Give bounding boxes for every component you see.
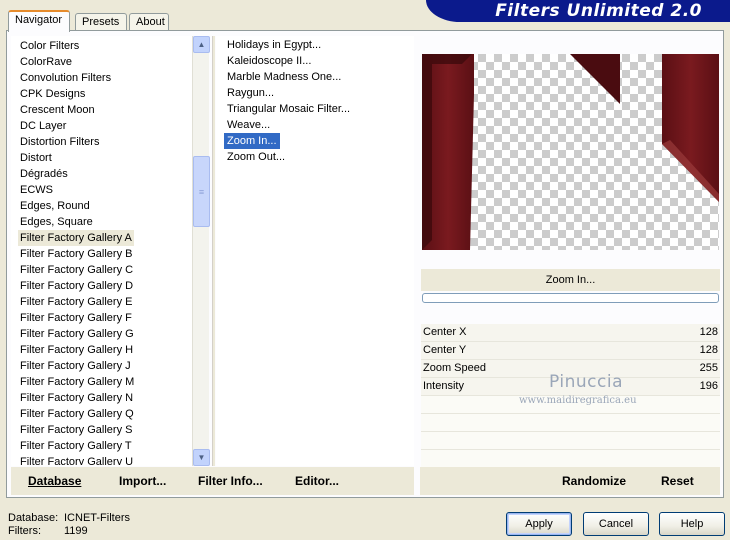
param-label: Intensity xyxy=(423,380,464,392)
category-scrollbar[interactable]: ▲ ≡ ▼ xyxy=(192,36,210,466)
help-button[interactable]: Help xyxy=(659,512,725,536)
app-title: Filters Unlimited 2.0 xyxy=(495,1,702,21)
filter-item[interactable]: Raygun... xyxy=(224,85,277,101)
filter-list[interactable]: Holidays in Egypt... Kaleidoscope II... Ma… xyxy=(216,36,414,466)
param-value: 128 xyxy=(699,344,718,356)
param-row-empty xyxy=(421,432,720,450)
category-item[interactable]: Distortion Filters xyxy=(18,134,101,150)
category-item[interactable]: Filter Factory Gallery F xyxy=(18,310,134,326)
database-status-label: Database: xyxy=(8,512,59,524)
top-triangle-shape xyxy=(570,54,620,104)
right-frame-shape xyxy=(662,54,719,202)
category-item[interactable]: Distort xyxy=(18,150,54,166)
category-item[interactable]: Filter Factory Gallery H xyxy=(18,342,135,358)
chevron-up-icon: ▲ xyxy=(197,40,206,49)
category-item[interactable]: Edges, Round xyxy=(18,198,92,214)
tab-navigator[interactable]: Navigator xyxy=(8,10,70,32)
randomize-button[interactable]: Randomize xyxy=(562,474,626,488)
editor-button[interactable]: Editor... xyxy=(295,474,339,488)
tab-presets[interactable]: Presets xyxy=(75,13,127,31)
database-status-value: ICNET-Filters xyxy=(64,512,130,524)
category-item[interactable]: Crescent Moon xyxy=(18,102,97,118)
scroll-down-button[interactable]: ▼ xyxy=(193,449,210,466)
cancel-button[interactable]: Cancel xyxy=(583,512,649,536)
category-item[interactable]: Filter Factory Gallery T xyxy=(18,438,134,454)
category-item[interactable]: Filter Factory Gallery G xyxy=(18,326,136,342)
filters-count-value: 1199 xyxy=(64,525,88,537)
param-row-center-y[interactable]: Center Y 128 xyxy=(421,342,720,360)
filter-item[interactable]: Zoom In... xyxy=(223,132,281,150)
category-item[interactable]: Filter Factory Gallery J xyxy=(18,358,133,374)
category-item[interactable]: Filter Factory Gallery N xyxy=(18,390,135,406)
category-item[interactable]: Filter Factory Gallery C xyxy=(18,262,135,278)
category-item[interactable]: DC Layer xyxy=(18,118,68,134)
category-item[interactable]: Edges, Square xyxy=(18,214,95,230)
param-row-center-x[interactable]: Center X 128 xyxy=(421,324,720,342)
reset-button[interactable]: Reset xyxy=(661,474,694,488)
param-value: 128 xyxy=(699,326,718,338)
database-button[interactable]: Database xyxy=(28,474,81,488)
watermark-url: www.maidiregrafica.eu xyxy=(519,395,637,406)
progress-bar xyxy=(422,293,719,303)
filters-count-label: Filters: xyxy=(8,525,41,537)
scroll-up-button[interactable]: ▲ xyxy=(193,36,210,53)
category-item[interactable]: Dégradés xyxy=(18,166,70,182)
param-label: Center X xyxy=(423,326,467,338)
category-item[interactable]: ColorRave xyxy=(18,54,74,70)
filter-item[interactable]: Zoom Out... xyxy=(224,149,288,165)
param-label: Zoom Speed xyxy=(423,362,486,374)
param-row-empty xyxy=(421,414,720,432)
category-item[interactable]: Filter Factory Gallery D xyxy=(18,278,135,294)
database-label: Database xyxy=(28,474,82,488)
filter-item[interactable]: Marble Madness One... xyxy=(224,69,344,85)
list-actions-bar: Database Import... Filter Info... Editor… xyxy=(11,467,414,495)
filter-item[interactable]: Kaleidoscope II... xyxy=(224,53,314,69)
category-item[interactable]: Convolution Filters xyxy=(18,70,113,86)
category-item[interactable]: Filter Factory Gallery S xyxy=(18,422,134,438)
filter-actions-bar: Randomize Reset xyxy=(420,467,720,495)
apply-button[interactable]: Apply xyxy=(506,512,572,536)
chevron-down-icon: ▼ xyxy=(197,453,206,462)
category-item[interactable]: CPK Designs xyxy=(18,86,87,102)
category-item[interactable]: ECWS xyxy=(18,182,55,198)
pane-divider[interactable] xyxy=(212,36,215,466)
param-label: Center Y xyxy=(423,344,467,356)
selected-filter-name: Zoom In... xyxy=(421,269,720,291)
filter-info-button[interactable]: Filter Info... xyxy=(198,474,263,488)
filter-item[interactable]: Triangular Mosaic Filter... xyxy=(224,101,353,117)
filter-item[interactable]: Weave... xyxy=(224,117,273,133)
category-list[interactable]: Color Filters ColorRave Convolution Filter… xyxy=(11,36,209,466)
app-banner: Filters Unlimited 2.0 xyxy=(426,0,730,22)
watermark-name: Pinuccia xyxy=(549,372,623,392)
category-item[interactable]: Filter Factory Gallery E xyxy=(18,294,134,310)
preview-image xyxy=(422,54,719,250)
category-item[interactable]: Filter Factory Gallery A xyxy=(18,230,134,246)
grip-icon: ≡ xyxy=(198,186,205,197)
import-button[interactable]: Import... xyxy=(119,474,166,488)
category-item[interactable]: Filter Factory Gallery B xyxy=(18,246,134,262)
param-value: 255 xyxy=(699,362,718,374)
category-item[interactable]: Filter Factory Gallery M xyxy=(18,374,136,390)
category-item[interactable]: Color Filters xyxy=(18,38,81,54)
scroll-thumb[interactable]: ≡ xyxy=(193,156,210,227)
filter-item[interactable]: Holidays in Egypt... xyxy=(224,37,324,53)
category-item[interactable]: Filter Factory Gallery U xyxy=(18,454,135,465)
param-row-empty xyxy=(421,450,720,468)
preview-artwork xyxy=(422,54,719,250)
param-value: 196 xyxy=(699,380,718,392)
tab-about[interactable]: About xyxy=(129,13,169,31)
category-item[interactable]: Filter Factory Gallery Q xyxy=(18,406,136,422)
